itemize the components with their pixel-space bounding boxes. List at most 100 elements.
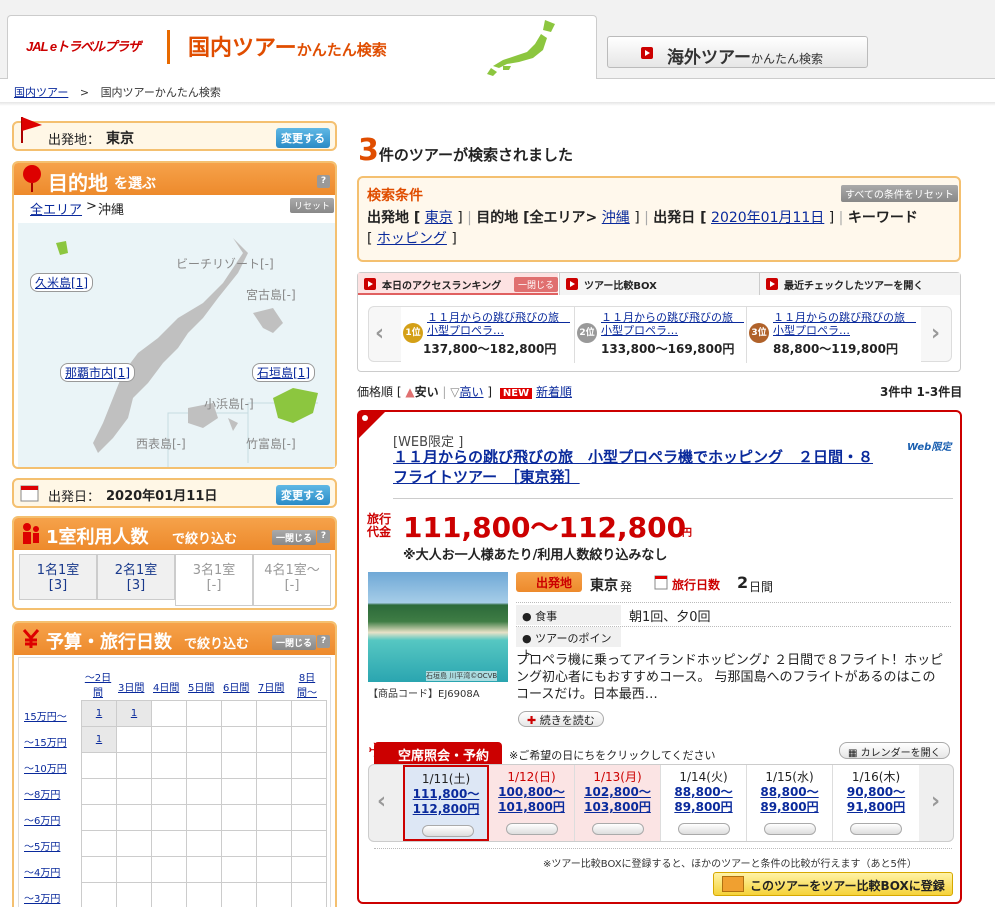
date-1-15[interactable]: 1/15(水) 88,800～ 89,800円 xyxy=(747,765,833,841)
date-carousel: ‹ › 1/11(土) 111,800～ 112,800円 1/12(日) 100,8… xyxy=(368,764,954,842)
flag-icon xyxy=(21,117,42,143)
day-col-2[interactable]: 3日間 xyxy=(118,679,144,694)
tab-recent-tours[interactable]: 最近チェックしたツアーを開く xyxy=(759,273,960,295)
tab-domestic-tour[interactable]: JAL eトラベルプラザ 国内ツアーかんたん検索 xyxy=(7,15,597,79)
budget-box: 予算・旅行日数 で絞り込む 一閉じる ? ～2日間 3日間 4日間 5日間 6日… xyxy=(12,621,337,907)
header: JAL eトラベルプラザ 国内ツアーかんたん検索 海外ツアーかんたん検索 xyxy=(0,0,995,79)
day-col-4[interactable]: 5日間 xyxy=(188,679,214,694)
people-option-1[interactable]: 1名1室 [3] xyxy=(19,554,97,600)
date-1-12[interactable]: 1/12(日) 100,800～ 101,800円 xyxy=(489,765,575,841)
airplane-icon: ✈ xyxy=(368,738,385,762)
read-more-button[interactable]: ✚ 続きを読む xyxy=(518,711,604,727)
jal-logo: JAL eトラベルプラザ xyxy=(26,39,141,54)
date-1-16[interactable]: 1/16(木) 90,800～ 91,800円 xyxy=(833,765,919,841)
breadcrumb-home-link[interactable]: 国内ツアー xyxy=(14,86,68,99)
help-icon[interactable]: ? xyxy=(317,530,330,543)
cond-dest-link[interactable]: 沖縄 xyxy=(602,210,630,226)
cond-keyword-link[interactable]: ホッピング xyxy=(377,231,447,247)
high-icon: ▽ xyxy=(450,385,460,399)
budget-row-7[interactable]: ～4万円 xyxy=(24,864,60,879)
budget-row-6[interactable]: ～5万円 xyxy=(24,838,60,853)
ranking-item-2[interactable]: 2位 １１月からの跳び飛びの旅 小型プロペラ… 133,800～169,800円 xyxy=(575,307,747,363)
pin-icon xyxy=(23,165,41,192)
ranking-next-arrow[interactable]: › xyxy=(931,321,940,346)
box-icon xyxy=(722,876,744,892)
ranking-close-button[interactable]: 一閉じる xyxy=(514,277,558,292)
tab-access-ranking[interactable]: 本日のアクセスランキング 一閉じる xyxy=(358,273,558,295)
people-option-2[interactable]: 2名1室 [3] xyxy=(97,554,175,600)
departure-date-box: 出発日： 2020年01月11日 変更する xyxy=(12,478,337,508)
budget-close-button[interactable]: 一閉じる xyxy=(272,635,317,650)
change-departure-button[interactable]: 変更する xyxy=(276,128,330,148)
budget-cell[interactable]: 1 xyxy=(81,700,117,727)
change-date-button[interactable]: 変更する xyxy=(276,485,330,505)
people-option-3: 3名1室 [-] xyxy=(175,554,253,606)
people-option-4: 4名1室～ [-] xyxy=(253,554,331,606)
day-col-6[interactable]: 7日間 xyxy=(258,679,284,694)
calendar-icon xyxy=(654,575,668,590)
cheap-icon: ▲ xyxy=(405,385,415,399)
ranking-item-3[interactable]: 3位 １１月からの跳び飛びの旅 小型プロペラ… 88,800～119,800円 xyxy=(747,307,921,363)
sort-high[interactable]: 高い xyxy=(460,385,484,399)
place-kume[interactable]: 久米島[1] xyxy=(30,273,93,292)
day-col-5[interactable]: 6日間 xyxy=(223,679,249,694)
date-1-11[interactable]: 1/11(土) 111,800～ 112,800円 xyxy=(403,765,489,841)
add-to-compare-button[interactable]: このツアーをツアー比較BOXに登録 xyxy=(713,872,953,896)
play-icon xyxy=(641,47,653,59)
okinawa-map: 久米島[1] ビーチリゾート[-] 宮古島[-] 那覇市内[1] 石垣島[1] … xyxy=(18,223,335,467)
calendar-icon xyxy=(20,485,39,502)
budget-cell[interactable]: 1 xyxy=(81,726,117,753)
tab-overseas-tour[interactable]: 海外ツアーかんたん検索 xyxy=(607,36,868,68)
result-count: 3件のツアーが検索されました xyxy=(358,133,573,168)
money-icon xyxy=(22,629,40,648)
budget-row-4[interactable]: ～8万円 xyxy=(24,786,60,801)
open-calendar-button[interactable]: ▦ カレンダーを開く xyxy=(839,742,950,759)
search-conditions: 検索条件 すべての条件をリセット 出発地 [ 東京 ] | 目的地 [全エリア>… xyxy=(357,176,961,262)
day-col-1[interactable]: ～2日間 xyxy=(84,669,112,699)
area-all-link[interactable]: 全エリア xyxy=(30,199,82,218)
reset-area-button[interactable]: リセット xyxy=(290,198,335,213)
people-close-button[interactable]: 一閉じる xyxy=(272,530,317,545)
departure-box: 出発地： 東京 変更する xyxy=(12,117,337,151)
corner-ribbon-icon xyxy=(357,410,387,440)
availability-tab: ✈ 空席照会・予約 xyxy=(368,738,502,764)
date-prev-arrow[interactable]: ‹ xyxy=(377,789,386,814)
date-1-13[interactable]: 1/13(月) 102,800～ 103,800円 xyxy=(575,765,661,841)
budget-cell[interactable]: 1 xyxy=(116,700,152,727)
sort-newest[interactable]: 新着順 xyxy=(536,385,572,399)
day-col-3[interactable]: 4日間 xyxy=(153,679,179,694)
people-box: 1室利用人数 で絞り込む 一閉じる ? 1名1室 [3] 2名1室 [3] 3名1室… xyxy=(12,516,337,610)
date-1-14[interactable]: 1/14(火) 88,800～ 89,800円 xyxy=(661,765,747,841)
ranking-item-1[interactable]: 1位 １１月からの跳び飛びの旅 小型プロペラ… 137,800～182,800円 xyxy=(401,307,575,363)
place-ishigaki[interactable]: 石垣島[1] xyxy=(252,363,315,382)
budget-row-8[interactable]: ～3万円 xyxy=(24,890,60,905)
tour-price: 111,800～112,800 xyxy=(403,511,687,544)
sort-bar: 価格順 [ ▲安い | ▽高い ] NEW 新着順 xyxy=(357,385,572,399)
date-next-arrow[interactable]: › xyxy=(931,789,940,814)
day-col-7[interactable]: 8日間～ xyxy=(294,669,320,699)
budget-row-2[interactable]: ～15万円 xyxy=(24,734,67,749)
help-icon[interactable]: ? xyxy=(317,635,330,648)
people-icon xyxy=(23,523,39,544)
budget-row-1[interactable]: 15万円～ xyxy=(24,708,67,723)
tour-card: [WEB限定 ] Web限定 １１月からの跳び飛びの旅 小型プロペラ機でホッピン… xyxy=(357,410,962,904)
budget-row-5[interactable]: ～6万円 xyxy=(24,812,60,827)
page-info: 3件中 1-3件目 xyxy=(880,385,963,399)
help-icon[interactable]: ? xyxy=(317,175,330,188)
reset-all-button[interactable]: すべての条件をリセット xyxy=(841,185,958,202)
dep-badge: 出発地 xyxy=(516,572,582,592)
tab-compare-box[interactable]: ツアー比較BOX xyxy=(559,273,759,295)
cond-date-link[interactable]: 2020年01月11日 xyxy=(711,210,824,226)
sort-cheap[interactable]: 安い xyxy=(415,385,439,399)
budget-row-3[interactable]: ～10万円 xyxy=(24,760,67,775)
new-badge: NEW xyxy=(499,388,533,399)
japan-map-icon xyxy=(487,20,555,76)
web-limited-badge: Web限定 xyxy=(907,442,952,453)
tour-title-link[interactable]: １１月からの跳び飛びの旅 小型プロペラ機でホッピング ２日間・８フライトツアー … xyxy=(393,447,883,487)
place-naha[interactable]: 那覇市内[1] xyxy=(60,363,135,382)
destination-box: 目的地 を選ぶ ? 全エリア > 沖縄 リセット 久米島[1] ビーチリゾート[… xyxy=(12,161,337,469)
ranking-prev-arrow[interactable]: ‹ xyxy=(375,321,384,346)
cond-departure-link[interactable]: 東京 xyxy=(425,210,453,226)
tour-photo: 石垣島 川平湾©OCVB xyxy=(368,572,508,682)
ranking-panel: 本日のアクセスランキング 一閉じる ツアー比較BOX 最近チェックしたツアーを開… xyxy=(357,272,961,372)
